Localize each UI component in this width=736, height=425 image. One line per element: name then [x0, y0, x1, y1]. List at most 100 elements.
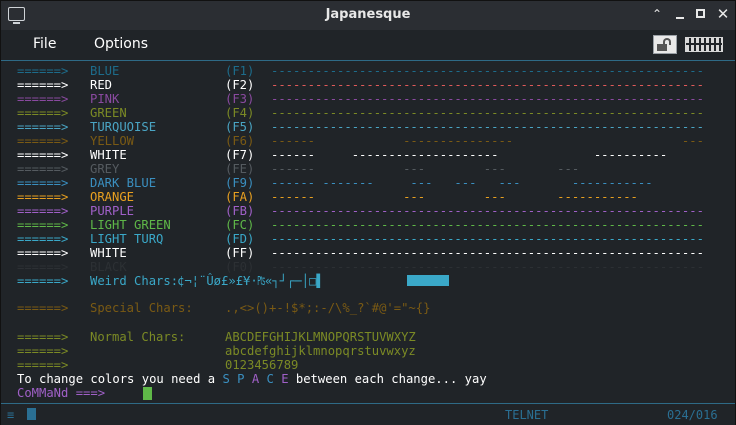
- color-dashes: ----------------------------------------…: [271, 246, 704, 260]
- color-name: GREEN: [90, 106, 127, 120]
- status-cursor-block: [27, 408, 36, 420]
- color-name: TURQUOISE: [90, 120, 157, 134]
- space-letter: P: [237, 372, 245, 386]
- menu-file[interactable]: File: [33, 36, 56, 52]
- color-arrow: ======>: [17, 246, 69, 260]
- title-bar[interactable]: Japanesque ⌃ ✕: [1, 1, 735, 30]
- color-row: ======> BLUE (F1) -------------------------…: [17, 64, 704, 78]
- menu-options[interactable]: Options: [94, 36, 148, 52]
- color-dashes: ------ --- --- ---: [271, 162, 580, 176]
- color-code: (FA): [225, 190, 255, 204]
- normal-lower: abcdefghijklmnopqrstuvwxyz: [225, 344, 416, 358]
- color-name: WHITE: [90, 246, 127, 260]
- color-code: (F0): [225, 260, 255, 274]
- color-arrow: ======>: [17, 78, 69, 92]
- color-name: PURPLE: [90, 204, 135, 218]
- status-protocol: TELNET: [505, 408, 549, 422]
- keyboard-icon[interactable]: [685, 37, 723, 52]
- color-dashes: ------ -------------------- ----------: [271, 148, 668, 162]
- color-name: LIGHT TURQ: [90, 232, 164, 246]
- color-row: ======> PINK (F3) -------------------------…: [17, 92, 704, 106]
- weird-label: Weird Chars:: [90, 274, 179, 288]
- color-row: ======> DARK BLUE (F9) ------ ------- --- -…: [17, 176, 653, 190]
- color-arrow: ======>: [17, 148, 69, 162]
- window-title: Japanesque: [325, 7, 411, 22]
- weird-chars: ¢¬¦¨Ûø£»£¥·₧«┐┘┌─│□▌: [177, 274, 324, 288]
- color-name: LIGHT GREEN: [90, 218, 171, 232]
- terminal-window: Japanesque ⌃ ✕ File Options ======> BLUE (…: [0, 0, 736, 425]
- color-dashes: ------ --- --- -----------: [271, 190, 638, 204]
- menu-bar: File Options: [1, 30, 735, 61]
- color-code: (FC): [225, 218, 255, 232]
- color-row: ======> YELLOW (F6) ------ --------------- …: [17, 134, 704, 148]
- color-name: WHITE: [90, 148, 127, 162]
- color-row: ======> LIGHT GREEN (FC) ------------------…: [17, 218, 704, 232]
- color-dashes: ----------------------------------------…: [271, 232, 704, 246]
- normal-label: Normal Chars:: [90, 330, 186, 344]
- color-name: DARK BLUE: [90, 176, 157, 190]
- status-bar: ≡ TELNET 024/016: [1, 403, 735, 425]
- normal-chars-row: ======> Normal Chars: ABCDEFGHIJKLMNOPQRST…: [17, 330, 416, 344]
- command-prompt-row: CoMMaNd ===>: [17, 386, 152, 400]
- color-arrow: ======>: [17, 232, 69, 246]
- color-row: ======> RED (F2) --------------------------…: [17, 78, 704, 92]
- terminal-cursor[interactable]: [143, 387, 152, 400]
- message-row: To change colors you need a S P A C E be…: [17, 372, 487, 386]
- color-code: (FF): [225, 246, 255, 260]
- color-row: ======> WHITE (FF) ------------------------…: [17, 246, 704, 260]
- color-row: ======> PURPLE (FB) -----------------------…: [17, 204, 704, 218]
- block-chars: [407, 275, 449, 286]
- weird-arrow: ======>: [17, 274, 69, 288]
- color-dashes: ----------------------------------------…: [271, 260, 704, 274]
- special-chars: .,<>()+-!$*;:-/\%_?`#@'="~{}: [225, 300, 431, 315]
- color-row: ======> BLACK (F0) ------------------------…: [17, 260, 704, 274]
- color-code: (F2): [225, 78, 255, 92]
- color-code: (FE): [225, 162, 255, 176]
- space-letter: E: [281, 372, 289, 386]
- color-arrow: ======>: [17, 218, 69, 232]
- color-dashes: ------ --------------- ---: [271, 134, 704, 148]
- color-dashes: ----------------------------------------…: [271, 64, 704, 78]
- color-dashes: ----------------------------------------…: [271, 204, 704, 218]
- status-menu-icon[interactable]: ≡: [7, 408, 14, 422]
- color-name: GREY: [90, 162, 120, 176]
- normal-arrow: ======>: [17, 358, 69, 372]
- color-name: ORANGE: [90, 190, 135, 204]
- normal-chars-row: ======> abcdefghijklmnopqrstuvwxyz: [17, 344, 416, 358]
- close-button[interactable]: ✕: [715, 6, 731, 22]
- color-dashes: ----------------------------------------…: [271, 78, 704, 92]
- color-dashes: ----------------------------------------…: [271, 120, 704, 134]
- status-cursor-position: 024/016: [667, 408, 718, 422]
- color-row: ======> GREY (FE) ------ --- --- ---: [17, 162, 579, 176]
- color-code: (F7): [225, 148, 255, 162]
- color-dashes: ----------------------------------------…: [271, 92, 704, 106]
- color-row: ======> LIGHT TURQ (FD) -------------------…: [17, 232, 704, 246]
- maximize-button[interactable]: [693, 6, 709, 22]
- color-name: YELLOW: [90, 134, 135, 148]
- color-code: (F5): [225, 120, 255, 134]
- shade-button[interactable]: ⌃: [649, 6, 665, 22]
- color-arrow: ======>: [17, 260, 69, 274]
- minimize-button[interactable]: [672, 6, 688, 22]
- color-code: (F6): [225, 134, 255, 148]
- color-name: BLUE: [90, 64, 120, 78]
- color-dashes: ------ ------- --- --- --- -----------: [271, 176, 653, 190]
- message-after: between each change... yay: [288, 372, 487, 386]
- color-arrow: ======>: [17, 64, 69, 78]
- color-code: (F4): [225, 106, 255, 120]
- color-arrow: ======>: [17, 190, 69, 204]
- color-code: (F9): [225, 176, 255, 190]
- message-before: To change colors you need a: [17, 372, 223, 386]
- lock-open-icon[interactable]: [653, 35, 677, 54]
- space-letter: C: [266, 372, 274, 386]
- color-code: (F3): [225, 92, 255, 106]
- color-name: PINK: [90, 92, 120, 106]
- special-chars-row: ======> Special Chars: .,<>()+-!$*;:-/\%_?…: [17, 301, 430, 315]
- special-label: Special Chars:: [90, 300, 193, 315]
- color-arrow: ======>: [17, 176, 69, 190]
- color-row: ======> WHITE (F7) ------ -----------------…: [17, 148, 667, 162]
- color-code: (FB): [225, 204, 255, 218]
- color-arrow: ======>: [17, 120, 69, 134]
- terminal-screen[interactable]: ======> BLUE (F1) -------------------------…: [17, 64, 729, 402]
- command-prompt: CoMMaNd ===>: [17, 386, 106, 400]
